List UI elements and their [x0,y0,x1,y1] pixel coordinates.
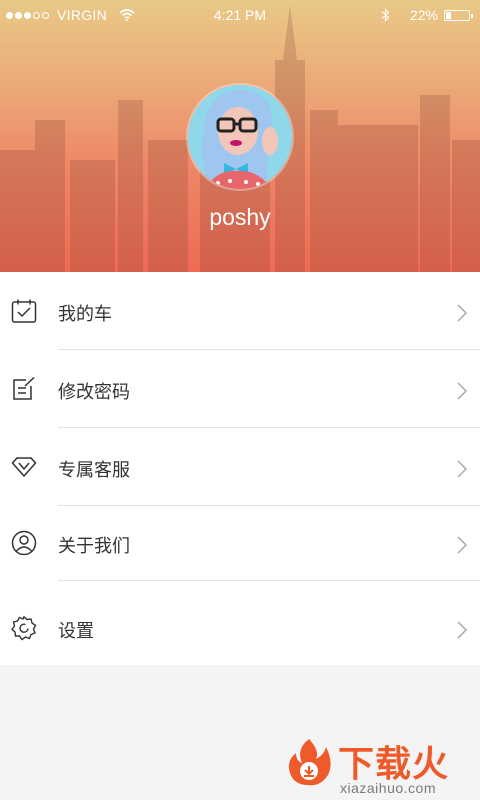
battery-level [446,11,451,19]
menu-item-about-us[interactable]: 关于我们 [0,506,480,583]
diamond-icon [11,457,37,478]
menu-item-settings[interactable]: 设置 [0,590,480,667]
menu-item-change-password[interactable]: 修改密码 [0,350,480,427]
battery-percent: 22% [409,7,438,23]
menu-item-label: 修改密码 [58,382,130,402]
status-bar: VIRGIN 4:21 PM 22% [0,0,480,32]
gear-icon [11,615,37,641]
chevron-right-icon [457,621,468,639]
avatar-image [188,85,292,189]
profile-header: VIRGIN 4:21 PM 22% poshy [0,0,480,272]
chevron-right-icon [457,304,468,322]
avatar[interactable] [188,85,292,189]
username: poshy [209,204,271,230]
menu-list: 我的车 修改密码 专属客服 关于我们 设置 [0,272,480,665]
bluetooth-icon [381,8,390,22]
menu-item-label: 我的车 [58,304,112,324]
edit-note-icon [13,376,35,400]
chevron-right-icon [457,382,468,400]
menu-item-label: 设置 [58,621,94,641]
flame-logo-icon [288,739,331,786]
battery-icon [444,9,473,21]
menu-item-customer-service[interactable]: 专属客服 [0,428,480,505]
calendar-check-icon [11,299,37,323]
chevron-right-icon [457,460,468,478]
menu-item-label: 关于我们 [58,536,130,556]
watermark-url: xiazaihuo.com [340,780,436,796]
menu-item-label: 专属客服 [58,460,130,480]
user-circle-icon [11,530,37,556]
chevron-right-icon [457,536,468,554]
divider [58,580,480,581]
watermark: 下载火 xiazaihuo.com [280,735,480,800]
menu-item-my-car[interactable]: 我的车 [0,272,480,349]
